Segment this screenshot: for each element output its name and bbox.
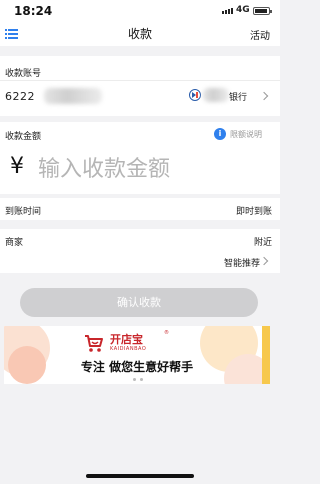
divider <box>0 80 280 81</box>
merchant-value: 附近 <box>253 238 272 248</box>
masked-account-digits <box>44 88 102 104</box>
masked-bank-name <box>203 88 229 102</box>
amount-label: 收款金额 <box>5 132 42 142</box>
trademark-icon: ® <box>164 330 169 336</box>
status-bar: 18:24 4G <box>0 0 280 22</box>
brand-name: 开店宝 <box>110 333 143 346</box>
info-icon[interactable]: i <box>214 128 226 140</box>
cart-logo-icon <box>85 335 103 352</box>
arrival-time-value: 即时到账 <box>235 207 272 217</box>
promo-banner[interactable]: 开店宝 ® KAIDIANBAO 专注 做您生意好帮手 <box>4 326 270 384</box>
arrival-time-label: 到账时间 <box>5 207 42 217</box>
activity-link[interactable]: 活动 <box>250 27 270 42</box>
merchant-label: 商家 <box>5 238 24 248</box>
carousel-indicator <box>133 378 143 381</box>
network-type: 4G <box>236 5 250 15</box>
bank-name: 银行 <box>229 93 248 103</box>
smart-recommend-link[interactable]: 智能推荐 <box>224 256 260 269</box>
brand-name-en: KAIDIANBAO <box>110 346 147 352</box>
battery-icon <box>253 7 272 15</box>
amount-input[interactable] <box>38 152 274 186</box>
nav-bar: 收款 活动 <box>0 22 280 46</box>
account-section[interactable] <box>0 56 280 116</box>
bank-logo-icon <box>189 89 201 101</box>
status-time: 18:24 <box>14 4 53 18</box>
banner-slogan: 专注 做您生意好帮手 <box>80 360 194 374</box>
account-number: 6222 <box>5 90 35 103</box>
currency-symbol: ¥ <box>10 154 24 179</box>
page-title: 收款 <box>127 27 152 41</box>
limit-info-link[interactable]: 限额说明 <box>230 129 262 140</box>
home-indicator[interactable] <box>86 474 194 478</box>
signal-icon <box>222 8 233 14</box>
account-label: 收款账号 <box>5 69 42 79</box>
confirm-receive-button[interactable]: 确认收款 <box>20 288 258 317</box>
